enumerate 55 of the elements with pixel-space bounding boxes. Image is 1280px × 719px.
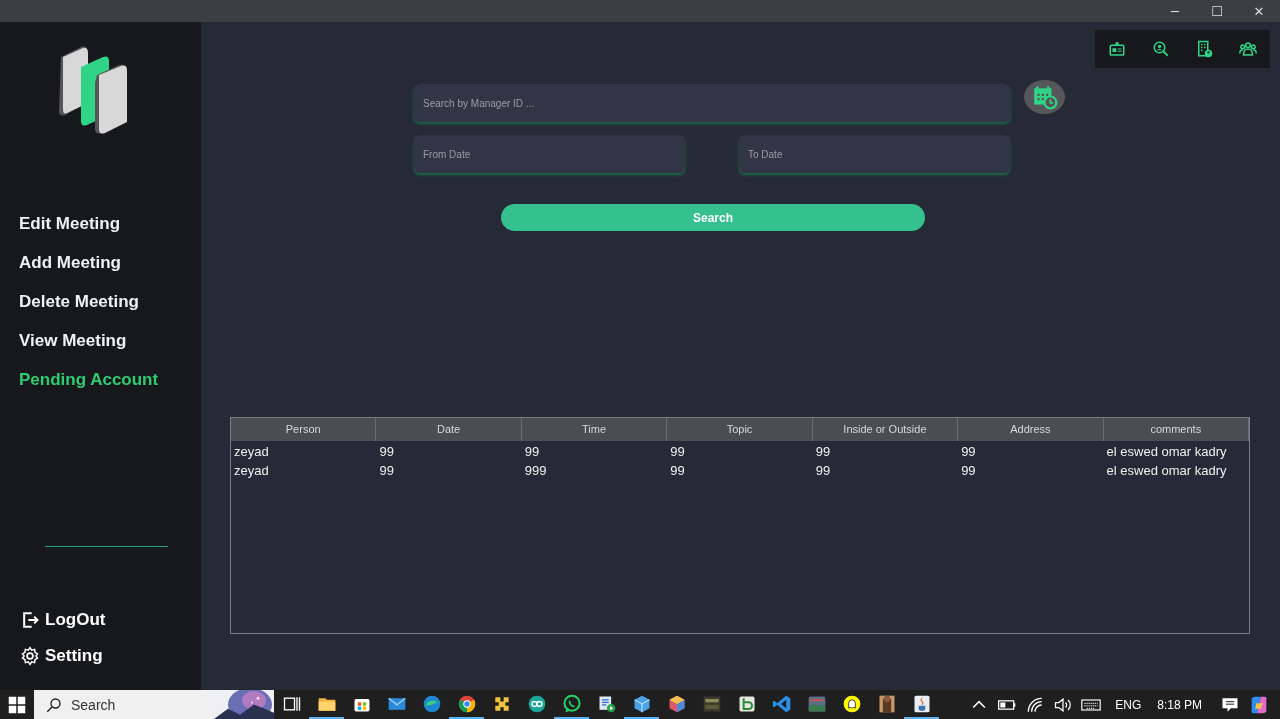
column-header[interactable]: Person	[231, 418, 377, 441]
table-cell-text: 99	[669, 443, 686, 461]
table-cell-text: el eswed omar kadry	[1105, 443, 1228, 461]
table-cell-text: zeyad	[233, 443, 270, 461]
windows-icon	[8, 695, 26, 714]
app-icon	[526, 693, 547, 714]
chrome-icon	[456, 693, 477, 714]
clock[interactable]: 8:18 PM	[1153, 697, 1214, 712]
edge-icon	[421, 693, 442, 714]
search-field[interactable]: Search	[34, 690, 274, 719]
id-card-icon	[1107, 40, 1126, 58]
logout-icon	[20, 610, 40, 630]
table-cell-text: 99	[814, 443, 832, 461]
table-cell-text: el eswed omar kadry	[1105, 462, 1228, 480]
minimize-button[interactable]: ─	[1154, 0, 1196, 22]
column-header[interactable]: Time	[521, 418, 668, 441]
table-cell-text: 99	[960, 443, 977, 461]
search-icon	[1151, 40, 1170, 58]
date-field[interactable]: To Date	[739, 135, 1010, 173]
column-header[interactable]: Inside or Outside	[812, 418, 959, 441]
close-button[interactable]: ✕	[1238, 0, 1280, 22]
nav-item[interactable]: Edit Meeting	[19, 212, 121, 236]
maximize-button[interactable]: ☐	[1196, 0, 1238, 22]
search-placeholder: Search	[71, 696, 116, 713]
chat-icon	[561, 693, 582, 714]
building-icon	[1195, 40, 1214, 58]
table-cell-text: 99	[378, 462, 395, 480]
table-cell-text: 99	[669, 462, 686, 480]
nav-item[interactable]: Pending Account	[19, 368, 159, 392]
search-icon	[45, 695, 63, 714]
settings-icon	[20, 646, 40, 666]
group-icon	[1239, 40, 1258, 58]
column-header[interactable]: comments	[1103, 418, 1249, 441]
calendar-clock-icon	[1031, 84, 1058, 110]
cube-icon	[631, 693, 652, 714]
table-cell-text: 999	[523, 462, 548, 480]
nav-item[interactable]: Delete Meeting	[19, 290, 139, 314]
language-indicator[interactable]: ENG	[1107, 697, 1150, 712]
search-field[interactable]: Search by Manager ID ...	[414, 84, 1010, 122]
table-cell-text: 99	[960, 462, 977, 480]
nav-item[interactable]: Add Meeting	[19, 251, 121, 275]
column-header[interactable]: Date	[376, 418, 522, 441]
sidebar-link[interactable]: Setting	[20, 644, 103, 668]
column-header[interactable]: Address	[958, 418, 1104, 441]
table-cell-text: 99	[814, 462, 832, 480]
code-icon	[771, 693, 792, 714]
date-field[interactable]: From Date	[414, 135, 685, 173]
sidebar-link[interactable]: LogOut	[20, 608, 106, 632]
column-header[interactable]: Topic	[667, 418, 813, 441]
table-cell-text: 99	[378, 443, 395, 461]
table-cell-text: zeyad	[233, 462, 270, 480]
ghost-icon	[841, 693, 862, 714]
table-cell-text: 99	[523, 443, 541, 461]
nav-item[interactable]: View Meeting	[19, 329, 127, 353]
calendar-button[interactable]	[1024, 80, 1065, 114]
